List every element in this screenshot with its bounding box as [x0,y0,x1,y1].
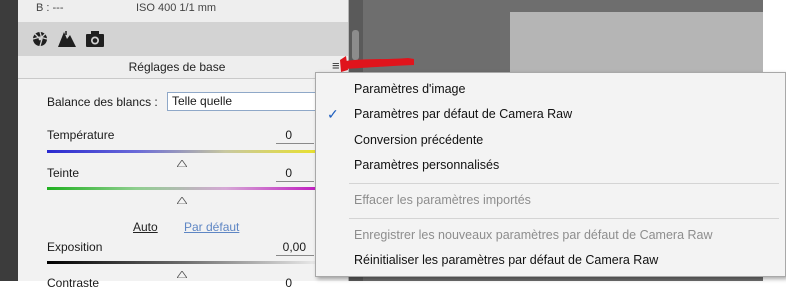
menu-item-previous-conversion[interactable]: Conversion précédente [354,133,483,147]
tool-icon-bar [18,22,348,57]
section-title: Réglages de base [128,60,226,74]
menu-item-image-settings[interactable]: Paramètres d'image [354,82,465,96]
basic-settings-header: Réglages de base ≡ [18,56,348,79]
mountain-icon[interactable] [58,30,76,47]
auto-link[interactable]: Auto [133,220,158,234]
temperature-label: Température [47,128,115,142]
camera-icon[interactable] [86,31,104,47]
exposure-value-underline [276,255,314,256]
exposure-label: Exposition [47,240,103,254]
temperature-value[interactable]: 0 [262,128,292,142]
exif-left-text: B : --- [36,2,64,14]
settings-dropdown-menu: Paramètres d'image ✓ Paramètres par défa… [315,72,786,277]
contrast-label: Contraste [47,276,100,290]
tint-value[interactable]: 0 [262,166,292,180]
menu-item-custom-settings[interactable]: Paramètres personnalisés [354,158,499,172]
exif-info-bar: B : --- ISO 400 1/1 mm [18,0,348,22]
preview-light-region [510,12,786,72]
aperture-icon[interactable] [32,31,48,47]
default-link[interactable]: Par défaut [184,220,239,234]
temperature-slider-track[interactable] [47,150,315,153]
tint-slider-thumb[interactable] [176,191,188,205]
menu-item-clear-imported: Effacer les paramètres importés [354,193,531,207]
menu-separator [349,218,779,219]
exif-right-text: ISO 400 1/1 mm [136,2,217,14]
temperature-value-underline [276,143,314,144]
exposure-value[interactable]: 0,00 [276,240,306,254]
checkmark-icon: ✓ [327,106,339,122]
tint-slider-track[interactable] [47,187,315,190]
menu-item-reset-defaults[interactable]: Réinitialiser les paramètres par défaut … [354,253,658,267]
menu-separator [349,183,779,184]
contrast-value[interactable]: 0 [262,276,292,290]
temperature-slider-thumb[interactable] [176,154,188,168]
menu-item-camera-raw-defaults[interactable]: Paramètres par défaut de Camera Raw [354,107,572,121]
exposure-slider-track[interactable] [47,261,315,264]
white-balance-select[interactable]: Telle quelle [167,92,317,111]
tint-value-underline [276,181,314,182]
menu-item-save-new-defaults: Enregistrer les nouveaux paramètres par … [354,228,713,242]
tint-label: Teinte [47,166,80,180]
white-balance-label: Balance des blancs : [47,95,158,109]
left-frame [0,0,18,281]
exposure-slider-thumb[interactable] [176,265,188,279]
